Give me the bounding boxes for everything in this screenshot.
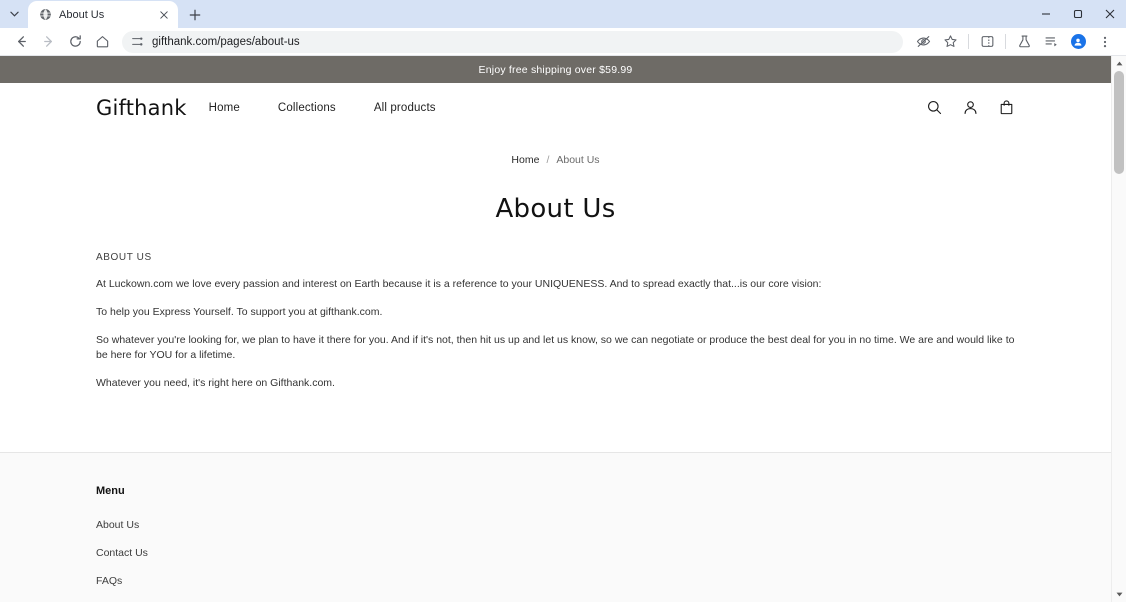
browser-toolbar: gifthank.com/pages/about-us	[0, 28, 1126, 56]
toolbar-right-actions	[910, 30, 1118, 54]
breadcrumb-current: About Us	[556, 154, 600, 166]
web-page: Enjoy free shipping over $59.99 Gifthank…	[0, 56, 1111, 602]
main-navigation: Home Collections All products	[209, 102, 436, 114]
breadcrumb-home[interactable]: Home	[511, 154, 539, 166]
tracking-protection-eye-slash-icon[interactable]	[910, 30, 936, 54]
new-tab-button[interactable]	[182, 2, 208, 28]
footer-link-about-us[interactable]: About Us	[96, 519, 139, 531]
paragraph-3: So whatever you're looking for, we plan …	[96, 334, 1015, 361]
scrollbar-thumb[interactable]	[1114, 71, 1124, 174]
footer-link-list: About Us Contact Us FAQs Payment Methods…	[96, 510, 1015, 602]
scroll-down-arrow-icon[interactable]	[1112, 587, 1126, 602]
page-title: About Us	[495, 194, 616, 224]
nav-item-collections[interactable]: Collections	[278, 102, 336, 114]
address-bar[interactable]: gifthank.com/pages/about-us	[122, 30, 903, 53]
split-screen-icon[interactable]	[974, 30, 1000, 54]
header-icon-group	[925, 83, 1015, 132]
labs-flask-icon[interactable]	[1011, 30, 1037, 54]
cart-icon[interactable]	[997, 99, 1015, 117]
list-item: Payment Methods	[96, 594, 1015, 602]
list-item: About Us	[96, 510, 1015, 538]
tab-title: About Us	[59, 8, 105, 21]
footer-link-faqs[interactable]: FAQs	[96, 575, 122, 587]
scrollbar-track[interactable]	[1112, 71, 1126, 587]
list-item: FAQs	[96, 566, 1015, 594]
site-logo[interactable]: Gifthank	[96, 96, 187, 120]
kebab-menu-icon[interactable]	[1092, 30, 1118, 54]
page-scrollbar[interactable]	[1111, 56, 1126, 602]
tab-strip: About Us	[0, 0, 1126, 28]
toolbar-divider	[968, 34, 969, 49]
nav-item-all-products[interactable]: All products	[374, 102, 436, 114]
nav-item-home[interactable]: Home	[209, 102, 240, 114]
paragraph-4: Whatever you need, it's right here on Gi…	[96, 376, 335, 389]
breadcrumb-separator: /	[546, 154, 550, 166]
paragraph-2: To help you Express Yourself. To support…	[96, 306, 383, 319]
close-window-button[interactable]	[1094, 0, 1126, 28]
forward-button[interactable]	[35, 30, 61, 54]
footer-heading: Menu	[96, 484, 125, 497]
page-content: ABOUT US At Luckown.com we love every pa…	[0, 252, 1111, 404]
site-footer: Menu About Us Contact Us FAQs Payment Me…	[0, 451, 1111, 602]
page-viewport: Enjoy free shipping over $59.99 Gifthank…	[0, 56, 1126, 602]
back-button[interactable]	[8, 30, 34, 54]
window-controls	[1030, 0, 1126, 28]
minimize-window-button[interactable]	[1030, 0, 1062, 28]
close-tab-icon[interactable]	[156, 7, 172, 23]
site-settings-tune-icon[interactable]	[130, 35, 144, 49]
page-main: Home / About Us About Us ABOUT US At Luc…	[0, 132, 1111, 602]
scroll-up-arrow-icon[interactable]	[1112, 56, 1126, 71]
breadcrumb: Home / About Us	[0, 154, 1111, 172]
bookmark-star-icon[interactable]	[937, 30, 963, 54]
reading-list-icon[interactable]	[1038, 30, 1064, 54]
site-header: Gifthank Home Collections All products	[0, 83, 1111, 132]
list-item: Contact Us	[96, 538, 1015, 566]
paragraph-1: At Luckown.com we love every passion and…	[96, 278, 822, 290]
person-icon	[1070, 34, 1086, 49]
account-icon[interactable]	[961, 99, 979, 117]
globe-icon	[38, 8, 52, 22]
footer-link-contact-us[interactable]: Contact Us	[96, 547, 148, 559]
reload-button[interactable]	[62, 30, 88, 54]
tab-search-chevron-down-icon[interactable]	[0, 0, 28, 28]
browser-tab[interactable]: About Us	[28, 1, 178, 28]
maximize-window-button[interactable]	[1062, 0, 1094, 28]
home-button[interactable]	[89, 30, 115, 54]
search-icon[interactable]	[925, 99, 943, 117]
profile-avatar-button[interactable]	[1065, 30, 1091, 54]
toolbar-divider-2	[1005, 34, 1006, 49]
section-heading: ABOUT US	[96, 252, 152, 263]
announcement-bar: Enjoy free shipping over $59.99	[0, 56, 1111, 83]
url-text: gifthank.com/pages/about-us	[152, 35, 300, 48]
browser-window: About Us gifthank.com/pages/about-us Enj…	[0, 0, 1126, 602]
